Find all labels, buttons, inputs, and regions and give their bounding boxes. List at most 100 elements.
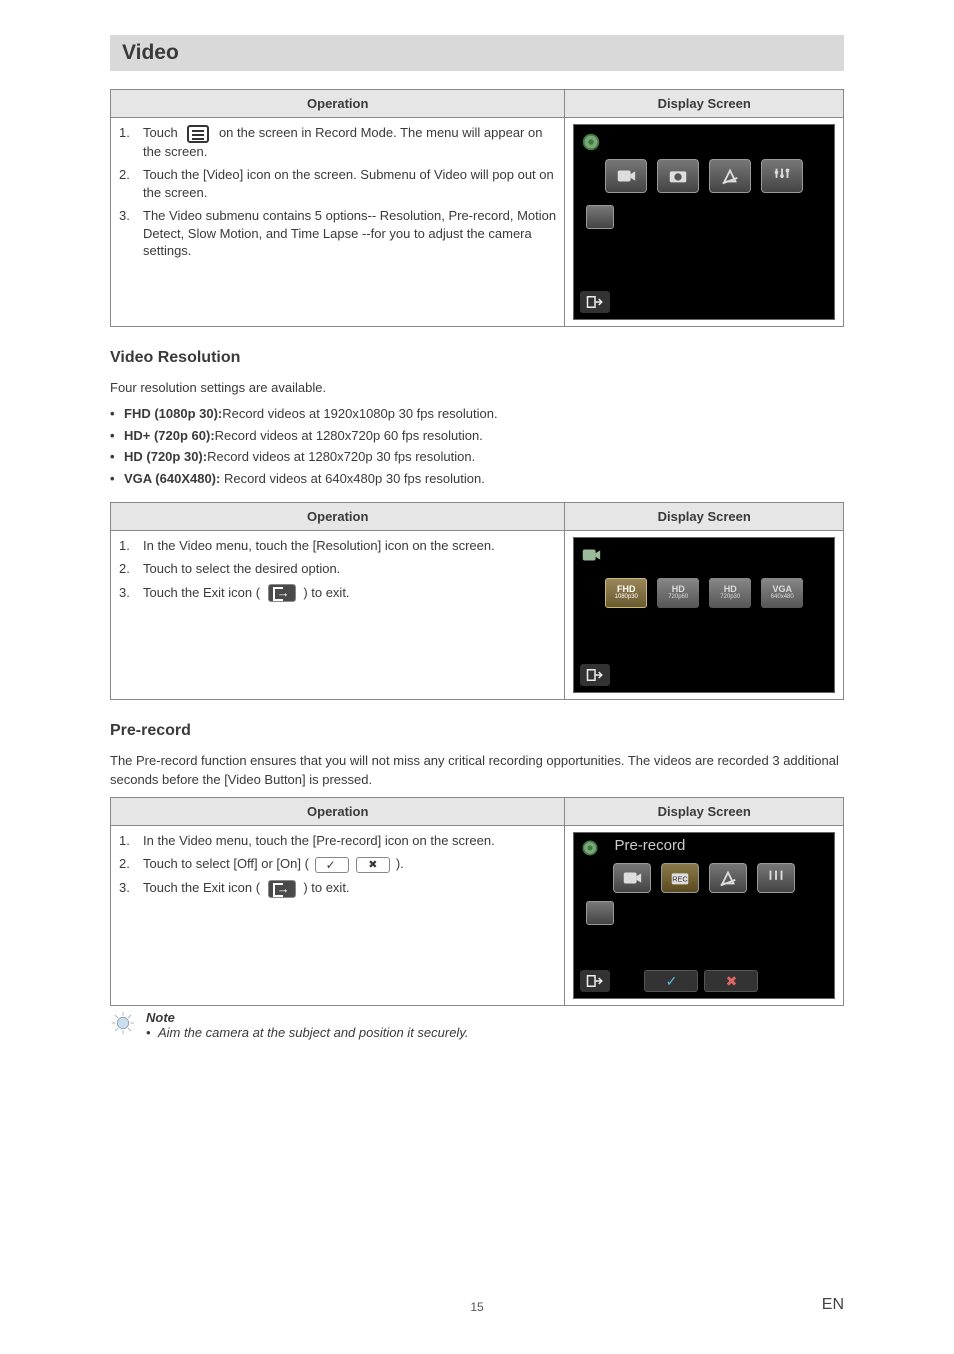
col-display-screen: Display Screen — [565, 797, 844, 825]
note-icon — [110, 1010, 136, 1036]
resolution-desc: Record videos at 1280x720p 30 fps resolu… — [207, 449, 475, 464]
ds-confirm-row: ✓ ✖ — [644, 970, 758, 992]
on-pill-icon — [315, 857, 349, 873]
col-operation: Operation — [111, 90, 565, 118]
exit-icon — [580, 664, 610, 686]
chip-sublabel: 720p30 — [720, 594, 740, 600]
display-screen-cell — [565, 118, 844, 327]
section-title: Video — [122, 41, 832, 65]
step-text-pre: Touch the Exit icon ( — [143, 880, 260, 895]
step-number: 1. — [119, 537, 135, 555]
page: Video Operation Display Screen 1. Touch — [0, 0, 954, 1354]
exit-icon — [580, 970, 610, 992]
display-screen-preview — [573, 124, 835, 320]
step-text: In the Video menu, touch the [Resolution… — [143, 537, 556, 555]
step-text-post: ). — [396, 856, 404, 871]
gear-icon — [580, 131, 602, 153]
chip-label: FHD — [617, 585, 636, 594]
col-display-screen: Display Screen — [565, 502, 844, 530]
note-block: Note Aim the camera at the subject and p… — [110, 1010, 844, 1040]
step-number: 3. — [119, 584, 135, 603]
col-display-screen: Display Screen — [565, 90, 844, 118]
note-body: Note Aim the camera at the subject and p… — [146, 1010, 468, 1040]
ds-title: Pre-record — [614, 837, 685, 854]
ds-effects-tab-icon — [709, 863, 747, 893]
display-screen-cell: FHD1080p30 HD720p60 HD720p30 VGA640x480 — [565, 530, 844, 700]
ds-res-hdplus: HD720p60 — [657, 578, 699, 608]
pre-record-intro: The Pre-record function ensures that you… — [110, 752, 844, 788]
resolution-desc: Record videos at 1920x1080p 30 fps resol… — [222, 406, 497, 421]
note-line: Aim the camera at the subject and positi… — [146, 1025, 468, 1040]
step-1: 1. In the Video menu, touch the [Pre-rec… — [119, 832, 556, 850]
chip-sublabel: 1080p30 — [615, 594, 638, 600]
step-number: 1. — [119, 124, 135, 160]
ds-video-tab-icon — [605, 159, 647, 193]
menu-icon — [187, 125, 209, 143]
resolution-desc: Record videos at 640x480p 30 fps resolut… — [220, 471, 485, 486]
step-2: 2. Touch to select the desired option. — [119, 560, 556, 578]
col-operation: Operation — [111, 502, 565, 530]
ds-resolution-row: FHD1080p30 HD720p60 HD720p30 VGA640x480 — [605, 578, 803, 608]
step-3: 3. Touch the Exit icon ( ) to exit. — [119, 879, 556, 898]
step-text-pre: Touch to select [Off] or [On] ( — [143, 856, 309, 871]
display-screen-preview: FHD1080p30 HD720p60 HD720p30 VGA640x480 — [573, 537, 835, 694]
ds-tab-row: REC — [613, 863, 795, 893]
ds-res-hd: HD720p30 — [709, 578, 751, 608]
chip-sublabel: 640x480 — [771, 594, 794, 600]
prerecord-operation-table: Operation Display Screen 1. In the Video… — [110, 797, 844, 1006]
step-3: 3. The Video submenu contains 5 options-… — [119, 207, 556, 260]
step-text: Touch the [Video] icon on the screen. Su… — [143, 166, 556, 201]
video-resolution-intro: Four resolution settings are available. — [110, 379, 844, 397]
resolution-item: HD (720p 30):Record videos at 1280x720p … — [110, 448, 844, 466]
resolution-operation-table: Operation Display Screen 1. In the Video… — [110, 502, 844, 701]
step-text: Touch on the screen in Record Mode. The … — [143, 124, 556, 160]
resolution-list: FHD (1080p 30):Record videos at 1920x108… — [110, 405, 844, 487]
step-1: 1. In the Video menu, touch the [Resolut… — [119, 537, 556, 555]
col-operation: Operation — [111, 797, 565, 825]
ds-cancel-button: ✖ — [704, 970, 758, 992]
step-text-pre: Touch the Exit icon ( — [143, 585, 260, 600]
pre-record-heading: Pre-record — [110, 722, 844, 740]
resolution-item: VGA (640X480): Record videos at 640x480p… — [110, 470, 844, 488]
ds-photo-tab-icon — [657, 159, 699, 193]
resolution-label: VGA (640X480): — [124, 471, 220, 486]
video-icon — [580, 544, 602, 566]
ds-subicon — [586, 205, 614, 229]
operation-steps: 1. In the Video menu, touch the [Resolut… — [119, 537, 556, 603]
ds-ok-button: ✓ — [644, 970, 698, 992]
resolution-desc: Record videos at 1280x720p 60 fps resolu… — [215, 428, 483, 443]
ds-res-vga: VGA640x480 — [761, 578, 803, 608]
step-number: 3. — [119, 207, 135, 260]
step-1: 1. Touch on the screen in Record Mode. T… — [119, 124, 556, 160]
ds-setting-tab-icon — [757, 863, 795, 893]
ds-tab-row — [605, 159, 803, 193]
section-title-bar: Video — [110, 35, 844, 71]
video-operation-table: Operation Display Screen 1. Touch on the… — [110, 89, 844, 327]
resolution-label: HD+ (720p 60): — [124, 428, 215, 443]
step-2: 2. Touch to select [Off] or [On] ( ). — [119, 855, 556, 873]
step-text-post: ) to exit. — [303, 585, 349, 600]
resolution-label: FHD (1080p 30): — [124, 406, 222, 421]
step-number: 2. — [119, 560, 135, 578]
step-text: In the Video menu, touch the [Pre-record… — [143, 832, 556, 850]
ds-prerecord-tab-icon: REC — [661, 863, 699, 893]
exit-icon — [268, 584, 296, 602]
ds-subicon — [586, 901, 614, 925]
language-label: EN — [822, 1296, 844, 1314]
ds-effects-tab-icon — [709, 159, 751, 193]
step-text: Touch to select [Off] or [On] ( ). — [143, 855, 556, 873]
step-3: 3. Touch the Exit icon ( ) to exit. — [119, 584, 556, 603]
resolution-item: FHD (1080p 30):Record videos at 1920x108… — [110, 405, 844, 423]
operation-cell: 1. In the Video menu, touch the [Resolut… — [111, 530, 565, 700]
operation-cell: 1. In the Video menu, touch the [Pre-rec… — [111, 825, 565, 1005]
display-screen-cell: Pre-record REC ✓ ✖ — [565, 825, 844, 1005]
chip-label: VGA — [772, 585, 792, 594]
page-number: 15 — [470, 1300, 483, 1314]
step-number: 2. — [119, 166, 135, 201]
video-resolution-heading: Video Resolution — [110, 349, 844, 367]
gear-icon — [580, 838, 600, 858]
exit-icon — [268, 880, 296, 898]
exit-icon — [580, 291, 610, 313]
operation-steps: 1. In the Video menu, touch the [Pre-rec… — [119, 832, 556, 898]
svg-text:REC: REC — [672, 874, 688, 883]
